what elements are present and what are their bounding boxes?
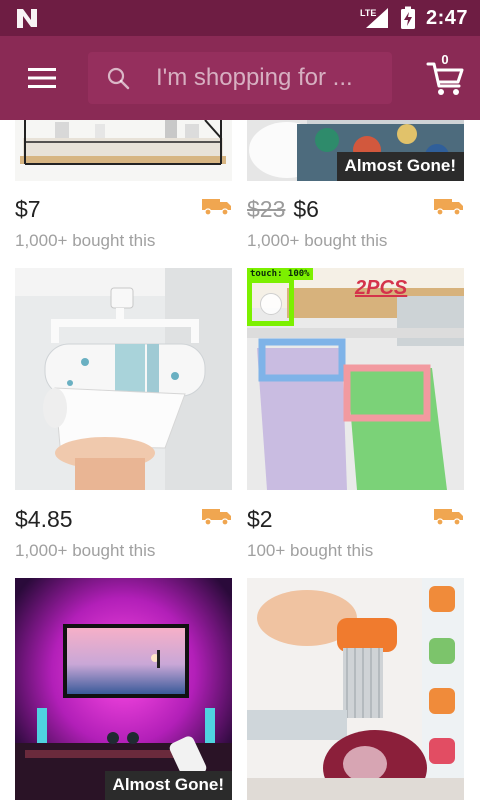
battery-charging-icon — [400, 6, 415, 29]
original-price: $23 — [247, 196, 286, 222]
bought-count: 100+ bought this — [247, 541, 374, 560]
image-text-2pcs: 2PCS — [354, 277, 408, 299]
search-icon — [107, 67, 130, 90]
almost-gone-badge: Almost Gone! — [336, 152, 464, 181]
product-image-bath-mat[interactable]: Almost Gone! — [247, 120, 464, 181]
status-clock: 2:47 — [425, 6, 468, 29]
product-image-paper-towel-holder[interactable] — [15, 268, 232, 490]
product-price: $4.85 — [15, 506, 73, 532]
product-price: $2 — [247, 506, 273, 532]
bought-count: 1,000+ bought this — [15, 231, 156, 250]
product-price: $23 $6 — [247, 196, 319, 222]
status-bar: LTE 2:47 — [0, 0, 480, 36]
shipping-truck-icon — [202, 509, 231, 526]
cart-button[interactable]: 0 — [424, 52, 466, 98]
cart-count-badge: 0 — [441, 52, 449, 67]
almost-gone-badge: Almost Gone! — [104, 771, 232, 800]
product-image-onion-holder[interactable] — [247, 578, 464, 800]
shipping-truck-icon — [434, 509, 463, 526]
touch-dot — [260, 293, 282, 315]
product-feed[interactable]: $7 1,000+ bought this Almost Gone! $23 $… — [0, 120, 480, 800]
bought-count: 1,000+ bought this — [247, 231, 388, 250]
search-field[interactable]: I'm shopping for ... — [88, 52, 392, 104]
shipping-truck-icon — [434, 199, 463, 216]
svg-text:LTE: LTE — [360, 8, 376, 18]
n-logo-icon — [17, 9, 37, 28]
lte-signal-icon: LTE — [360, 8, 388, 28]
product-image-led-tv-backlight[interactable]: Almost Gone! — [15, 578, 232, 800]
touch-indicator-box — [247, 278, 294, 326]
product-price: $7 — [15, 196, 41, 222]
hamburger-menu-icon[interactable] — [22, 62, 62, 94]
app-bar: I'm shopping for ... 0 — [0, 36, 480, 120]
bought-count: 1,000+ bought this — [15, 541, 156, 560]
shipping-truck-icon — [202, 199, 231, 216]
touch-indicator-overlay: touch: 100% — [247, 268, 313, 326]
search-placeholder: I'm shopping for ... — [156, 64, 353, 91]
product-image-wall-shelf[interactable] — [15, 120, 232, 181]
